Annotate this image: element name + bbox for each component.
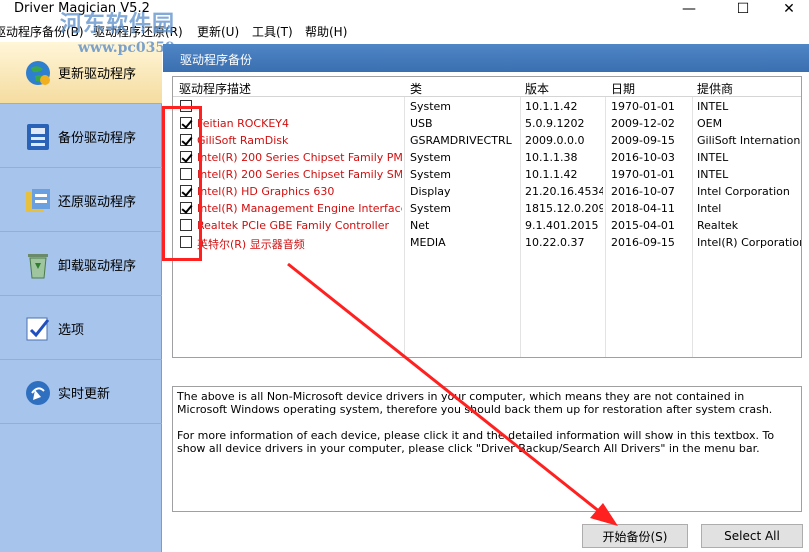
cell-desc: Intel(R) 200 Series Chipset Family SMBU.… — [197, 168, 402, 181]
table-row[interactable]: Intel(R) 200 Series Chipset Family PMC -… — [173, 149, 801, 166]
start-backup-button[interactable]: 开始备份(S) — [582, 524, 688, 548]
sidebar: 更新驱动程序 备份驱动程序 还原驱动程序 卸载驱动程序 选项 实时更新 — [0, 42, 162, 552]
section-title: 驱动程序备份 — [180, 53, 253, 67]
cell-cls: System — [410, 151, 452, 164]
menu-tools[interactable]: 工具(T) — [252, 23, 293, 40]
cell-date: 2018-04-11 — [611, 202, 675, 215]
info-paragraph: The above is all Non-Microsoft device dr… — [177, 390, 773, 416]
info-textbox[interactable]: The above is all Non-Microsoft device dr… — [172, 386, 802, 512]
cell-provider: Intel — [697, 202, 722, 215]
cell-cls: System — [410, 202, 452, 215]
table-row[interactable]: 英特尔(R) 显示器音频 MEDIA 10.22.0.37 2016-09-15 Int… — [173, 234, 801, 251]
backup-icon — [22, 121, 54, 153]
cell-cls: GSRAMDRIVECTRL — [410, 134, 512, 147]
cell-cls: MEDIA — [410, 236, 446, 249]
maximize-button[interactable]: ☐ — [723, 0, 763, 20]
table-header: 驱动程序描述 类 版本 日期 提供商 — [173, 77, 801, 97]
cell-version: 9.1.401.2015 — [525, 219, 599, 232]
cell-desc: 英特尔(R) 显示器音频 — [197, 238, 305, 251]
cell-cls: Net — [410, 219, 430, 232]
cell-cls: System — [410, 100, 452, 113]
cell-date: 2016-10-07 — [611, 185, 675, 198]
cell-cls: System — [410, 168, 452, 181]
cell-date: 1970-01-01 — [611, 100, 675, 113]
cell-cls: Display — [410, 185, 451, 198]
cell-version: 10.1.1.38 — [525, 151, 578, 164]
cell-date: 2009-09-15 — [611, 134, 675, 147]
cell-cls: USB — [410, 117, 433, 130]
sidebar-item-label: 实时更新 — [58, 387, 111, 402]
cell-version: 1815.12.0.2090 — [525, 202, 603, 215]
select-all-button[interactable]: Select All — [701, 524, 803, 548]
cell-desc: GiliSoft RamDisk — [197, 134, 289, 147]
sidebar-item-restore[interactable]: 还原驱动程序 — [0, 170, 162, 232]
close-button[interactable]: ✕ — [769, 0, 809, 20]
sidebar-item-uninstall[interactable]: 卸载驱动程序 — [0, 234, 162, 296]
cell-desc: Intel(R) HD Graphics 630 — [197, 185, 335, 198]
sidebar-item-options[interactable]: 选项 — [0, 298, 162, 360]
column-header-version[interactable]: 版本 — [525, 80, 549, 97]
section-header: 驱动程序备份 — [163, 44, 809, 72]
restore-icon — [22, 185, 54, 217]
driver-table[interactable]: 驱动程序描述 类 版本 日期 提供商 System 10.1.1.42 1970-0… — [172, 76, 802, 358]
sidebar-item-backup[interactable]: 备份驱动程序 — [0, 106, 162, 168]
cell-desc: Intel(R) Management Engine Interface — [197, 202, 402, 215]
sidebar-item-live-update[interactable]: 实时更新 — [0, 362, 162, 424]
cell-provider: OEM — [697, 117, 723, 130]
table-row[interactable]: Intel(R) Management Engine Interface Syst… — [173, 200, 801, 217]
cell-provider: Intel(R) Corporation — [697, 236, 801, 249]
info-paragraph: For more information of each device, ple… — [177, 429, 775, 455]
cell-version: 21.20.16.4534 — [525, 185, 603, 198]
sidebar-item-label: 备份驱动程序 — [58, 131, 137, 146]
cell-date: 2015-04-01 — [611, 219, 675, 232]
sidebar-item-label: 还原驱动程序 — [58, 195, 137, 210]
table-row[interactable]: GiliSoft RamDisk GSRAMDRIVECTRL 2009.0.0.0… — [173, 132, 801, 149]
cell-provider: INTEL — [697, 100, 729, 113]
cell-desc: Realtek PCIe GBE Family Controller — [197, 219, 390, 232]
cell-desc: Feitian ROCKEY4 — [197, 117, 289, 130]
cell-provider: INTEL — [697, 151, 729, 164]
table-row[interactable]: Realtek PCIe GBE Family Controller Net 9.1… — [173, 217, 801, 234]
menu-update[interactable]: 更新(U) — [197, 23, 239, 40]
column-header-provider[interactable]: 提供商 — [697, 80, 733, 97]
table-row[interactable]: System 10.1.1.42 1970-01-01 INTEL — [173, 98, 801, 115]
cell-version: 10.22.0.37 — [525, 236, 585, 249]
live-update-icon — [22, 377, 54, 409]
sidebar-item-label: 选项 — [58, 323, 85, 338]
recycle-bin-icon — [22, 249, 54, 281]
cell-version: 5.0.9.1202 — [525, 117, 585, 130]
cell-provider: GiliSoft International... — [697, 134, 801, 147]
sidebar-item-label: 更新驱动程序 — [58, 67, 137, 82]
cell-provider: Intel Corporation — [697, 185, 790, 198]
column-header-date[interactable]: 日期 — [611, 80, 635, 97]
minimize-button[interactable]: — — [669, 0, 709, 20]
cell-version: 10.1.1.42 — [525, 168, 578, 181]
table-row[interactable]: Intel(R) 200 Series Chipset Family SMBU.… — [173, 166, 801, 183]
cell-provider: Realtek — [697, 219, 739, 232]
cell-desc: Intel(R) 200 Series Chipset Family PMC -… — [197, 151, 402, 164]
watermark-logo: 河东软件园 — [60, 11, 176, 37]
cell-version: 10.1.1.42 — [525, 100, 578, 113]
menu-help[interactable]: 帮助(H) — [305, 23, 347, 40]
annotation-highlight-box — [162, 106, 202, 261]
cell-date: 2009-12-02 — [611, 117, 675, 130]
sidebar-item-label: 卸载驱动程序 — [58, 259, 137, 274]
column-header-class[interactable]: 类 — [410, 80, 422, 97]
cell-date: 2016-09-15 — [611, 236, 675, 249]
cell-date: 1970-01-01 — [611, 168, 675, 181]
globe-update-icon — [22, 57, 54, 89]
cell-version: 2009.0.0.0 — [525, 134, 585, 147]
column-header-description[interactable]: 驱动程序描述 — [179, 80, 251, 97]
cell-provider: INTEL — [697, 168, 729, 181]
table-row[interactable]: Intel(R) HD Graphics 630 Display 21.20.16.… — [173, 183, 801, 200]
cell-date: 2016-10-03 — [611, 151, 675, 164]
table-row[interactable]: Feitian ROCKEY4 USB 5.0.9.1202 2009-12-02 OE… — [173, 115, 801, 132]
options-icon — [22, 313, 54, 345]
